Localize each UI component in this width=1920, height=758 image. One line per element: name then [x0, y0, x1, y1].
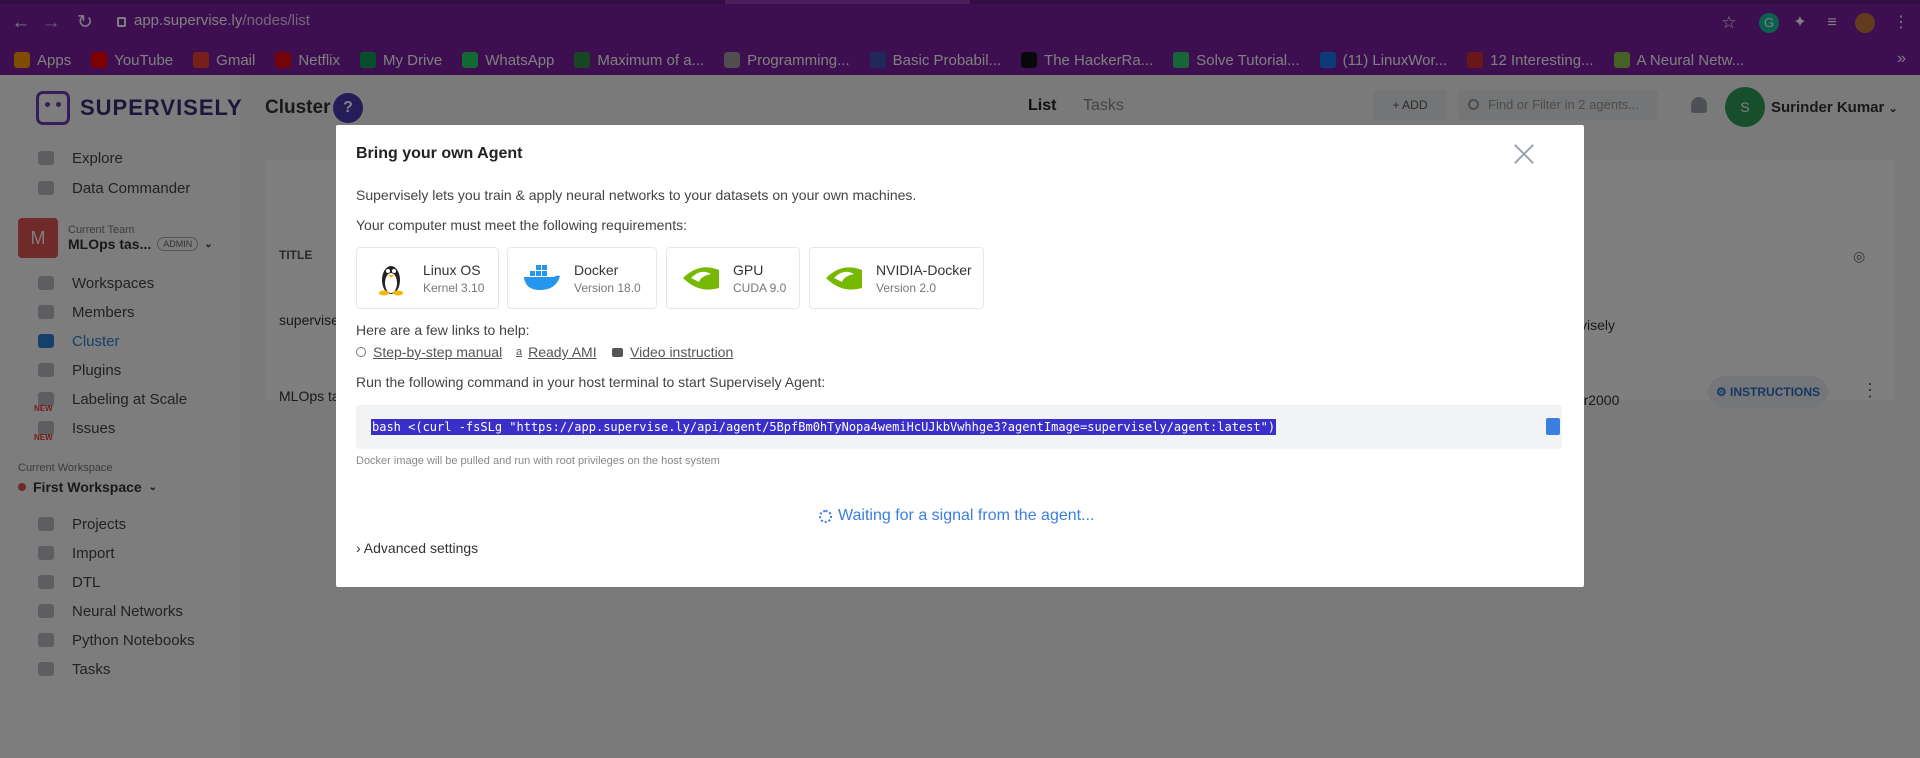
close-icon[interactable]	[1511, 141, 1537, 167]
link-step-by-step-manual[interactable]: Step-by-step manual	[356, 344, 502, 360]
amazon-icon: a	[516, 346, 523, 358]
link-video-instruction[interactable]: Video instruction	[612, 344, 733, 360]
requirement-version: Kernel 3.10	[423, 280, 485, 295]
links-text: Here are a few links to help:	[356, 322, 530, 338]
requirement-version: Version 2.0	[876, 280, 937, 295]
requirement-name: GPU	[733, 261, 764, 278]
requirement-card-gpu: GPU CUDA 9.0	[666, 247, 800, 309]
requirement-card-docker: Docker Version 18.0	[507, 247, 657, 309]
youtube-icon	[612, 347, 623, 357]
question-circle-icon	[356, 347, 366, 357]
requirement-name: Linux OS	[423, 261, 481, 278]
dialog-intro: Supervisely lets you train & apply neura…	[356, 187, 917, 203]
waiting-status: Waiting for a signal from the agent...	[819, 507, 1094, 525]
requirement-card-nvidia-docker: NVIDIA-Docker Version 2.0	[809, 247, 984, 309]
requirement-name: NVIDIA-Docker	[876, 261, 972, 278]
requirement-version: CUDA 9.0	[733, 280, 787, 295]
requirement-version: Version 18.0	[574, 280, 641, 295]
advanced-settings-toggle[interactable]: › Advanced settings	[356, 540, 478, 556]
agent-command[interactable]: bash <(curl -fsSLg "https://app.supervis…	[371, 419, 1277, 435]
nvidia-icon	[683, 267, 719, 290]
command-box[interactable]: bash <(curl -fsSLg "https://app.supervis…	[356, 405, 1562, 449]
spinner-icon	[819, 509, 832, 523]
requirement-name: Docker	[574, 261, 619, 278]
requirements-text: Your computer must meet the following re…	[356, 217, 687, 233]
requirement-card-linux: Linux OS Kernel 3.10	[356, 247, 499, 309]
docker-whale-icon	[524, 265, 560, 290]
command-note: Docker image will be pulled and run with…	[356, 455, 720, 467]
link-ready-ami[interactable]: a Ready AMI	[516, 344, 597, 360]
linux-tux-icon	[379, 266, 403, 296]
nvidia-icon	[826, 267, 862, 290]
command-instructions: Run the following command in your host t…	[356, 374, 826, 390]
clipboard-copy-icon[interactable]	[1546, 418, 1560, 435]
dialog-title: Bring your own Agent	[356, 145, 523, 162]
bring-your-own-agent-dialog: Bring your own Agent Supervisely lets yo…	[336, 125, 1584, 587]
